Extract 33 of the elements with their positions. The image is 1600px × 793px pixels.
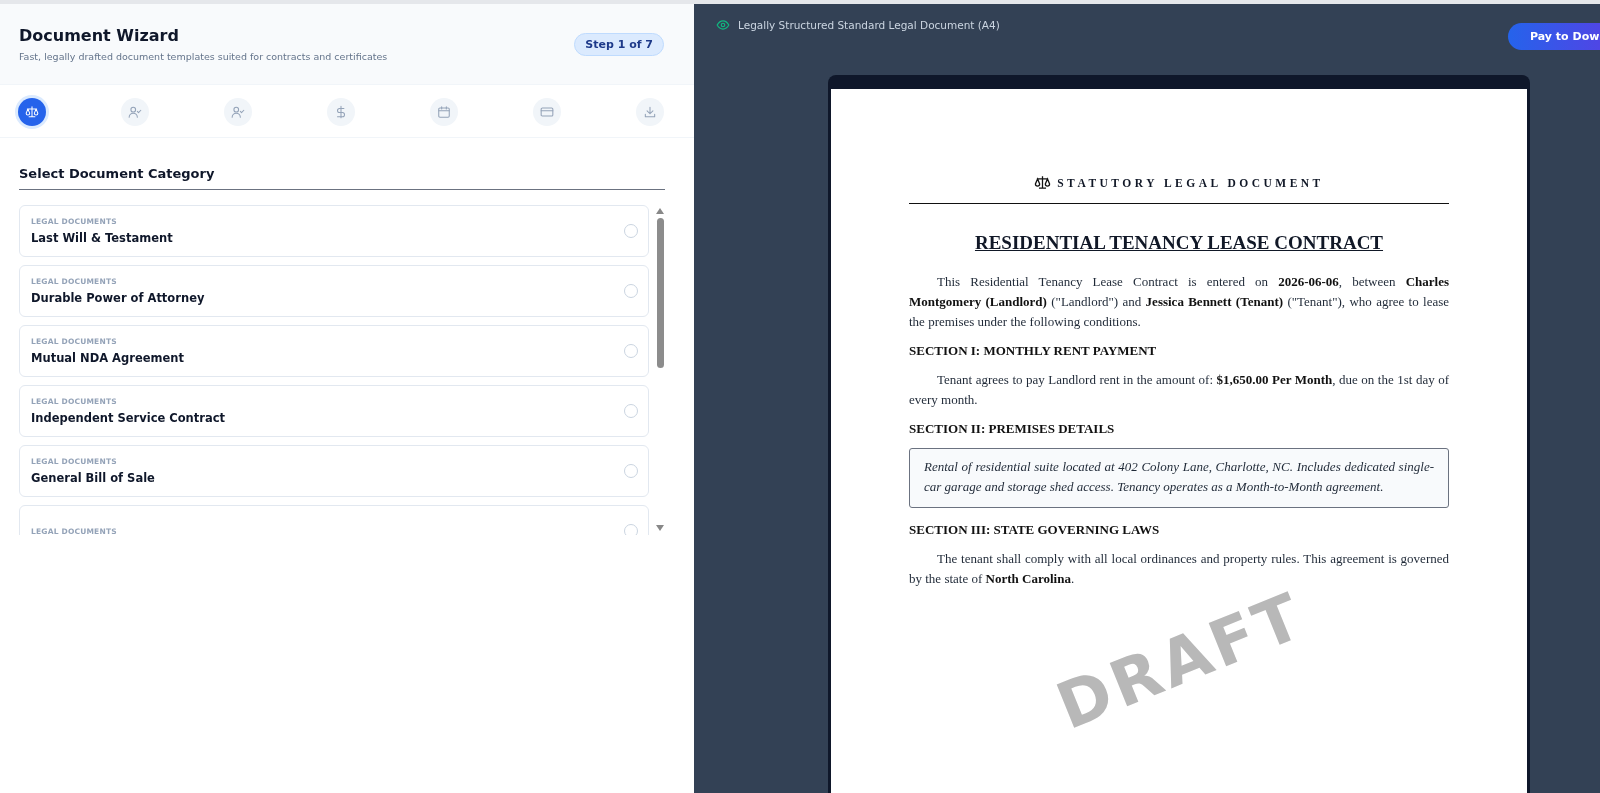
wizard-subtitle: Fast, legally drafted document templates suited for contracts and certificates (19, 51, 388, 62)
section-heading: SECTION I: MONTHLY RENT PAYMENT (909, 343, 1158, 359)
document-title: RESIDENTIAL TENANCY LEASE CONTRACT (973, 232, 1385, 254)
document-paragraph: The tenant shall comply with all local ordinances and property rules. This agreement is governed by the state of North Carolina. (909, 550, 1449, 588)
section-heading: SECTION III: STATE GOVERNING LAWS (909, 522, 1161, 538)
user-check-icon (128, 105, 142, 119)
scale-icon (1034, 174, 1052, 191)
wizard-title: Document Wizard (19, 26, 180, 45)
dollar-icon (334, 105, 348, 119)
step-button[interactable] (327, 98, 355, 126)
document-header: STATUTORY LEGAL DOCUMENT (1057, 176, 1324, 189)
scale-icon (25, 105, 39, 119)
premises-box: Rental of residential suite located at 402 Colony Lane, Charlotte, NC. Includes dedicated single-car garage and storage shed access. Tenancy operates as a Month-to-Month agreement. (909, 448, 1449, 508)
section-heading: SECTION II: PREMISES DETAILS (909, 421, 1116, 437)
step-button[interactable] (121, 98, 149, 126)
preview-label: Legally Structured Standard Legal Document (A4) (738, 19, 1000, 31)
document-name: Independent Service Contract (31, 411, 226, 425)
document-name: General Bill of Sale (31, 471, 155, 485)
document-name: Durable Power of Attorney (31, 291, 205, 305)
document-paragraph: Tenant agrees to pay Landlord rent in the amount of: $1,650.00 Per Month, due on the 1st day of every month. (909, 371, 1449, 409)
document-name: Last Will & Testament (31, 231, 173, 245)
card-icon (540, 105, 554, 119)
eye-icon (716, 18, 730, 32)
step-badge: Step 1 of 7 (574, 32, 664, 56)
pay-button[interactable]: Pay to Dow (1508, 23, 1600, 50)
download-icon (643, 105, 657, 119)
calendar-icon (437, 105, 451, 119)
user-check-icon (231, 105, 245, 119)
section-title: Select Document Category (19, 166, 665, 190)
step-button[interactable] (224, 98, 252, 126)
step-button[interactable] (18, 98, 46, 126)
document-paragraph: This Residential Tenancy Lease Contract is entered on 2026-06-06, between Charles Montgomery (Landlord) ("Landlord") and Jessica Bennett (Tenant) ("Tenant"), who agree to lease the premises under the following conditions. (909, 273, 1449, 331)
document-name: Mutual NDA Agreement (31, 351, 184, 365)
